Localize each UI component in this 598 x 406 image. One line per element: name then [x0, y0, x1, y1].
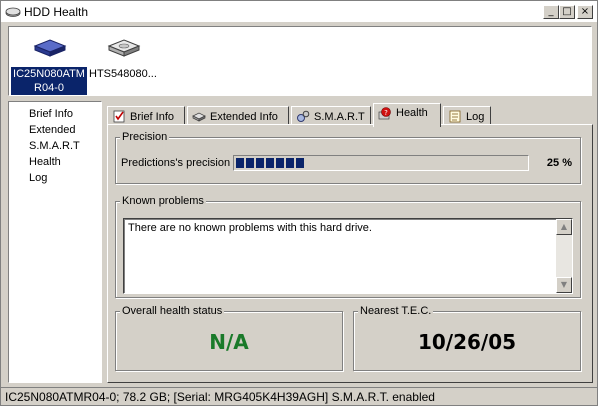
log-icon	[449, 110, 461, 123]
hard-drive-icon	[107, 39, 141, 57]
nearest-tec-value: 10/26/05	[417, 330, 517, 354]
drive-list: IC25N080ATM R04-0 HTS548080...	[8, 26, 592, 96]
drive-item-ic25n080atm[interactable]: IC25N080ATM R04-0	[11, 27, 87, 95]
maximize-button[interactable]: □	[559, 5, 575, 19]
overall-health-title: Overall health status	[120, 304, 225, 318]
precision-label: Predictions's precision	[121, 157, 231, 169]
scroll-up-icon[interactable]: ▲	[556, 219, 572, 235]
progress-segment	[296, 158, 304, 168]
close-button[interactable]: ×	[577, 5, 593, 19]
hard-drive-icon	[5, 7, 21, 17]
minimize-button[interactable]: _	[543, 5, 559, 19]
drive-label: IC25N080ATM R04-0	[11, 67, 87, 95]
precision-group: Precision Predictions's precision 25 %	[115, 130, 581, 184]
sidebar-item-smart[interactable]: S.M.A.R.T	[9, 138, 101, 154]
precision-group-title: Precision	[120, 130, 170, 144]
tab-health[interactable]: ? Health	[373, 103, 441, 127]
app-window: HDD Health _ □ × IC25N080ATM R04-0 HTS54…	[0, 0, 598, 406]
drive-item-hts548080[interactable]: HTS548080...	[89, 27, 159, 95]
drive-label: HTS548080...	[89, 68, 157, 80]
progress-segment	[286, 158, 294, 168]
progress-segment	[246, 158, 254, 168]
known-problems-group: Known problems There are no known proble…	[115, 194, 581, 298]
known-problems-scrollbar[interactable]: ▲ ▼	[556, 219, 572, 293]
hard-drive-icon	[33, 39, 67, 57]
gears-icon	[297, 110, 310, 122]
sidebar-item-brief-info[interactable]: Brief Info	[9, 106, 101, 122]
tab-strip: Brief Info Extended Info S.M.A.R.T ? Hea…	[107, 103, 591, 127]
title-bar[interactable]: HDD Health _ □ ×	[1, 1, 597, 23]
nearest-tec-title: Nearest T.E.C.	[358, 304, 434, 318]
status-bar: IC25N080ATMR04-0; 78.2 GB; [Serial: MRG4…	[1, 387, 597, 405]
checklist-icon	[113, 110, 125, 123]
precision-progress-bar	[233, 155, 529, 171]
known-problems-textbox[interactable]: There are no known problems with this ha…	[123, 218, 573, 294]
known-problems-text: There are no known problems with this ha…	[128, 222, 372, 234]
sidebar-item-extended[interactable]: Extended	[9, 122, 101, 138]
overall-health-group: Overall health status N/A	[115, 304, 343, 371]
precision-percent: 25 %	[546, 157, 572, 169]
nearest-tec-group: Nearest T.E.C. 10/26/05	[353, 304, 581, 371]
progress-segment	[266, 158, 274, 168]
progress-segment	[236, 158, 244, 168]
status-text: IC25N080ATMR04-0; 78.2 GB; [Serial: MRG4…	[5, 390, 435, 404]
window-title: HDD Health	[24, 5, 89, 19]
section-list: Brief Info Extended S.M.A.R.T Health Log	[8, 101, 102, 383]
sidebar-item-log[interactable]: Log	[9, 170, 101, 186]
sidebar-item-health[interactable]: Health	[9, 154, 101, 170]
known-problems-title: Known problems	[120, 194, 206, 208]
drive-icon	[192, 112, 206, 122]
overall-health-value: N/A	[209, 330, 249, 354]
scroll-down-icon[interactable]: ▼	[556, 277, 572, 293]
progress-segment	[276, 158, 284, 168]
health-icon: ?	[378, 107, 391, 120]
precision-progress-fill	[236, 158, 526, 168]
svg-text:?: ?	[384, 109, 388, 117]
health-tab-page: Precision Predictions's precision 25 % K…	[107, 124, 593, 383]
progress-segment	[256, 158, 264, 168]
